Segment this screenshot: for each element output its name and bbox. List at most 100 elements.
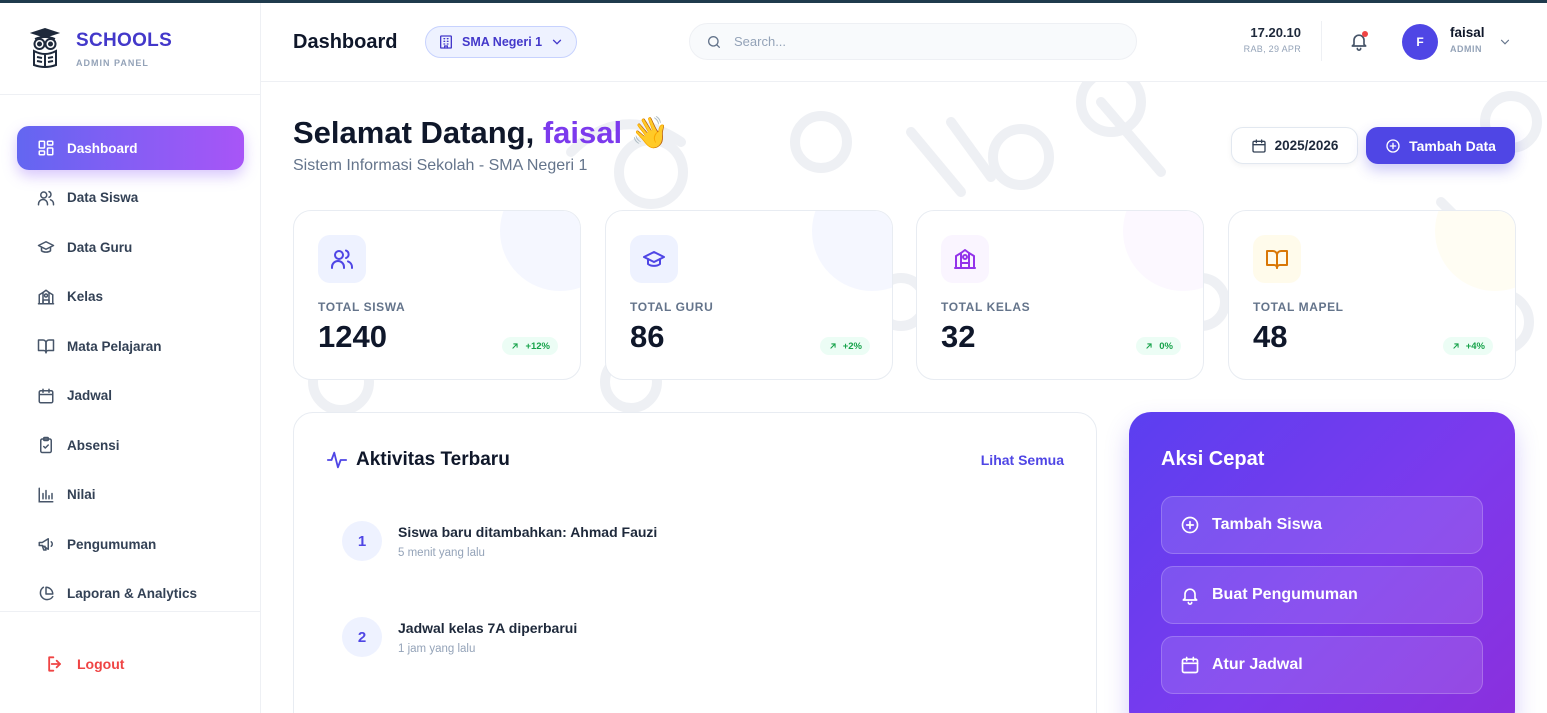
calendar-icon — [38, 388, 54, 403]
brand[interactable]: SCHOOLS ADMIN PANEL — [0, 3, 260, 95]
stat-change-badge: 0% — [1136, 337, 1181, 355]
stat-change: 0% — [1159, 340, 1173, 352]
activity-title-text: Aktivitas Terbaru — [356, 449, 510, 470]
chevron-down-icon — [552, 39, 562, 45]
sidebar-item-label: Data Siswa — [67, 190, 139, 205]
clock: 17.20.10 RAB, 29 APR — [1231, 25, 1301, 54]
stat-label: TOTAL GURU — [630, 300, 714, 314]
plus-circle-icon — [1181, 516, 1199, 534]
clock-time: 17.20.10 — [1250, 25, 1301, 40]
sidebar-item-data-siswa[interactable]: Data Siswa — [17, 176, 244, 220]
top-header: Dashboard SMA Negeri 1 17.20.10 RAB, 29 … — [261, 3, 1547, 82]
brand-title: SCHOOLS — [76, 29, 173, 51]
academic-year-button[interactable]: 2025/2026 — [1231, 127, 1358, 164]
page-title: Dashboard — [293, 31, 398, 53]
stat-label: TOTAL MAPEL — [1253, 300, 1344, 314]
sidebar-item-mata-pelajaran[interactable]: Mata Pelajaran — [17, 324, 244, 368]
stat-icon-box — [941, 235, 989, 283]
arrow-up-right-icon — [1453, 343, 1459, 349]
sidebar-item-dashboard[interactable]: Dashboard — [17, 126, 244, 170]
stat-icon-box — [1253, 235, 1301, 283]
book-open-icon — [37, 339, 55, 354]
search-input[interactable] — [734, 34, 1114, 49]
create-announcement-button[interactable]: Buat Pengumuman — [1161, 566, 1483, 624]
add-data-button[interactable]: Tambah Data — [1366, 127, 1515, 164]
stat-card-total-kelas[interactable]: TOTAL KELAS 32 0% — [916, 210, 1204, 380]
chevron-down-icon[interactable] — [1498, 35, 1512, 49]
add-student-button[interactable]: Tambah Siswa — [1161, 496, 1483, 554]
sidebar-item-label: Absensi — [67, 437, 120, 453]
stat-change: +4% — [1465, 340, 1485, 352]
activity-text: Siswa baru ditambahkan: Ahmad Fauzi — [398, 523, 658, 540]
list-item[interactable]: 2 Jadwal kelas 7A diperbarui 1 jam yang … — [342, 617, 577, 657]
welcome-heading: Selamat Datang, faisal 👋 — [293, 114, 669, 151]
school-building-icon — [954, 249, 976, 269]
search-icon — [708, 35, 720, 48]
activity-text: Jadwal kelas 7A diperbarui — [398, 619, 578, 636]
activity-number: 1 — [342, 521, 382, 561]
bar-chart-icon — [38, 487, 54, 502]
users-icon — [37, 190, 55, 205]
wave-emoji: 👋 — [630, 115, 670, 150]
activity-time: 5 menit yang lalu — [398, 546, 485, 559]
sidebar-item-label: Mata Pelajaran — [67, 338, 162, 354]
stat-icon-box — [318, 235, 366, 283]
stat-card-total-mapel[interactable]: TOTAL MAPEL 48 +4% — [1228, 210, 1516, 380]
view-all-link[interactable]: Lihat Semua — [981, 452, 1064, 468]
notification-dot — [1362, 31, 1368, 37]
dashboard-grid-icon — [38, 140, 54, 156]
arrow-up-right-icon — [830, 343, 836, 349]
avatar[interactable]: F — [1402, 24, 1438, 60]
user-role: ADMIN — [1450, 44, 1482, 54]
activity-time: 1 jam yang lalu — [398, 642, 476, 655]
school-building-icon — [37, 289, 55, 304]
sidebar-item-nilai[interactable]: Nilai — [17, 473, 244, 517]
stat-change-badge: +2% — [819, 337, 870, 355]
recent-activity-panel: Aktivitas Terbaru Lihat Semua 1 Siswa ba… — [293, 412, 1097, 713]
sidebar-item-label: Pengumuman — [67, 536, 157, 552]
pie-chart-icon — [39, 586, 54, 600]
school-selector[interactable]: SMA Negeri 1 — [425, 26, 577, 58]
user-name[interactable]: faisal — [1450, 25, 1485, 40]
quick-action-label: Tambah Siswa — [1212, 516, 1322, 533]
logout-button[interactable]: Logout — [45, 654, 124, 674]
sidebar-item-kelas[interactable]: Kelas — [17, 275, 244, 319]
arrow-up-right-icon — [1146, 343, 1152, 349]
stat-icon-box — [630, 235, 678, 283]
brand-subtitle: ADMIN PANEL — [76, 57, 149, 68]
academic-year-label: 2025/2026 — [1274, 138, 1339, 153]
list-item[interactable]: 1 Siswa baru ditambahkan: Ahmad Fauzi 5 … — [342, 521, 657, 561]
sidebar-item-label: Kelas — [67, 289, 104, 304]
stat-label: TOTAL SISWA — [318, 300, 406, 314]
sidebar-item-jadwal[interactable]: Jadwal — [17, 374, 244, 418]
book-open-icon — [1266, 250, 1288, 269]
sidebar-item-data-guru[interactable]: Data Guru — [17, 225, 244, 269]
clock-date: RAB, 29 APR — [1243, 44, 1301, 54]
clipboard-check-icon — [40, 436, 52, 454]
owl-book-icon — [29, 27, 61, 68]
sidebar-divider — [0, 611, 260, 612]
graduation-cap-icon — [643, 251, 665, 267]
manage-schedule-button[interactable]: Atur Jadwal — [1161, 636, 1483, 694]
activity-title: Aktivitas Terbaru — [326, 449, 510, 471]
add-data-label: Tambah Data — [1409, 137, 1496, 154]
sidebar: SCHOOLS ADMIN PANEL Dashboard Data Siswa… — [0, 3, 261, 713]
stat-card-total-siswa[interactable]: TOTAL SISWA 1240 +12% — [293, 210, 581, 380]
stat-card-total-guru[interactable]: TOTAL GURU 86 +2% — [605, 210, 893, 380]
main-content: Selamat Datang, faisal 👋 Sistem Informas… — [261, 82, 1547, 713]
graduation-cap-icon — [37, 241, 55, 253]
stat-change-badge: +12% — [502, 337, 558, 355]
sidebar-item-pengumuman[interactable]: Pengumuman — [17, 522, 244, 566]
quick-action-label: Atur Jadwal — [1212, 656, 1303, 673]
stat-change-badge: +4% — [1442, 337, 1493, 355]
search-bar[interactable] — [689, 23, 1137, 60]
logout-icon — [48, 656, 61, 672]
school-selector-label: SMA Negeri 1 — [462, 35, 543, 49]
building-icon — [440, 35, 452, 49]
card-corner-decoration — [1123, 211, 1203, 291]
welcome-username: faisal — [542, 115, 623, 150]
sidebar-item-absensi[interactable]: Absensi — [17, 423, 244, 467]
card-corner-decoration — [1435, 211, 1515, 291]
sidebar-item-laporan-analytics[interactable]: Laporan & Analytics — [17, 572, 244, 616]
stat-value: 86 — [630, 319, 665, 354]
